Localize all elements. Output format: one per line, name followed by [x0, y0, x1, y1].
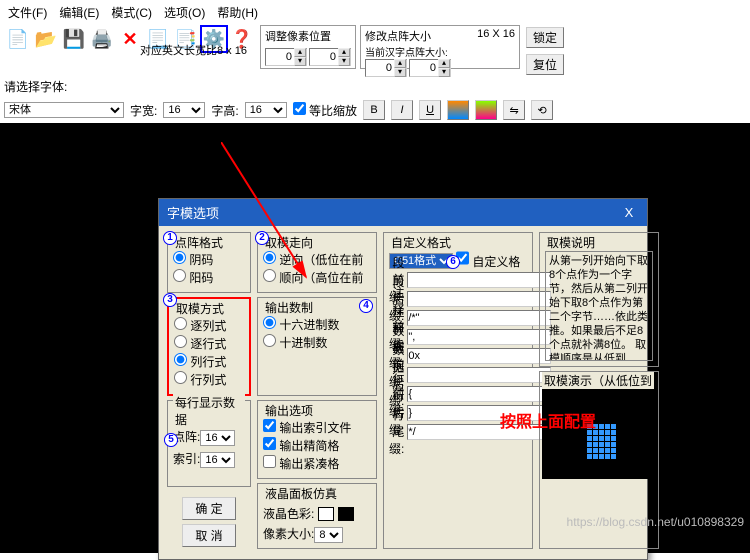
preview-canvas [542, 389, 656, 479]
underline-button[interactable]: U [419, 100, 441, 120]
custom-row-input-4[interactable] [407, 348, 551, 364]
matrix-format-opt1[interactable]: 阴码 [173, 251, 245, 269]
menu-file[interactable]: 文件(F) [8, 4, 47, 21]
matrix-title: 修改点阵大小 [365, 28, 431, 44]
tool-rotate-icon[interactable]: ⟲ [531, 100, 553, 120]
radix-opt1[interactable]: 十六进制数 [263, 316, 371, 334]
dialog-title-text: 字模选项 [167, 203, 219, 222]
output-group: 输出选项 输出索引文件 输出精简格 输出紧凑格 [257, 400, 377, 479]
badge-2: 2 [255, 231, 269, 245]
radix-group: 输出数制 十六进制数 十进制数 [257, 297, 377, 396]
matrix-size-group: 修改点阵大小 16 X 16 当前汉字点阵大小: ▴▾ ▴▾ [360, 25, 520, 69]
custom-row-input-5[interactable] [407, 367, 551, 383]
matrix-sub-label: 当前汉字点阵大小: [365, 44, 515, 59]
equal-scale-check[interactable]: 等比缩放 [293, 102, 357, 119]
custom-row-input-2[interactable] [407, 310, 551, 326]
badge-4: 4 [359, 299, 373, 313]
perline-index-select[interactable]: 16 [200, 452, 235, 468]
output-chk3[interactable]: 输出紧凑格 [263, 455, 371, 473]
desc-text: 从第一列开始向下取8个点作为一个字节，然后从第二列开始下取8个点作为第二个字节…… [545, 251, 653, 361]
font-options-dialog: 字模选项 X 1 点阵格式 阴码 阳码 3 取模方式 逐列式 逐行式 列行式 行… [158, 198, 648, 560]
direction-opt2[interactable]: 顺向（高位在前 [263, 269, 371, 287]
font-prompt: 请选择字体: [4, 78, 67, 95]
tool-color1-icon[interactable] [447, 100, 469, 120]
lcd-color-swatch2[interactable] [338, 507, 354, 521]
char-width-label: 字宽: [130, 102, 157, 119]
pixel-position-label: 调整像素位置 [265, 28, 351, 44]
mode-group: 取模方式 逐列式 逐行式 列行式 行列式 [167, 297, 251, 396]
matrix-size-value: 16 X 16 [477, 28, 515, 44]
menu-help[interactable]: 帮助(H) [217, 4, 258, 21]
pixel-x-stepper[interactable]: ▴▾ [265, 48, 307, 66]
toolbar-note: 对应英文长宽比8 x 16 [140, 42, 247, 58]
output-chk2[interactable]: 输出精简格 [263, 437, 371, 455]
custom-row-input-0[interactable] [407, 272, 551, 288]
tool-color2-icon[interactable] [475, 100, 497, 120]
dialog-titlebar[interactable]: 字模选项 X [159, 199, 647, 226]
cancel-button[interactable]: 取 消 [182, 524, 235, 547]
desc-group: 取模说明 从第一列开始向下取8个点作为一个字节，然后从第二列开始下取8个点作为第… [539, 232, 659, 367]
font-select[interactable]: 宋体 [4, 102, 124, 118]
radix-opt2[interactable]: 十进制数 [263, 334, 371, 352]
pixel-position-group: 调整像素位置 ▴▾ ▴▾ [260, 25, 356, 69]
custom-row-label: 行尾缀: [389, 406, 404, 457]
badge-5: 5 [164, 433, 178, 447]
main-toolbar: 📄 📂 💾 🖨️ ✕ 📃 📑 ⚙️ ❓ 调整像素位置 ▴▾ ▴▾ 修改点阵大小 … [0, 25, 750, 73]
dialog-actions: 确 定 取 消 [167, 491, 251, 549]
red-annotation-text: 按照上面配置 [500, 408, 596, 432]
perline-group: 每行显示数据 点阵:16 5 索引:16 [167, 400, 251, 487]
reset-button[interactable]: 复位 [526, 54, 564, 75]
editor-canvas: 字模选项 X 1 点阵格式 阴码 阳码 3 取模方式 逐列式 逐行式 列行式 行… [0, 123, 750, 553]
menu-bar: 文件(F) 编辑(E) 模式(C) 选项(O) 帮助(H) [0, 0, 750, 25]
save-icon[interactable]: 💾 [60, 25, 88, 53]
badge-3: 3 [163, 293, 177, 307]
char-width-select[interactable]: 16 [163, 102, 205, 118]
lock-button[interactable]: 锁定 [526, 27, 564, 48]
matrix-w-stepper[interactable]: ▴▾ [365, 59, 407, 77]
watermark-text: https://blog.csdn.net/u010898329 [567, 515, 744, 529]
tool-flip-icon[interactable]: ⇋ [503, 100, 525, 120]
output-chk1[interactable]: 输出索引文件 [263, 419, 371, 437]
custom-format-group: 自定义格式 6 C51格式 自定义格 段前缀:段后缀:注释前缀:注释后缀:数据前… [383, 232, 533, 549]
lcd-group: 液晶面板仿真 液晶色彩: 像素大小:8 [257, 483, 377, 549]
menu-mode[interactable]: 模式(C) [111, 4, 152, 21]
lcd-pixel-select[interactable]: 8 [314, 527, 343, 543]
custom-format-check[interactable]: 自定义格 [456, 250, 520, 271]
mode-opt3[interactable]: 列行式 [174, 353, 244, 371]
new-icon[interactable]: 📄 [4, 25, 32, 53]
lcd-color-swatch1[interactable] [318, 507, 334, 521]
print-icon[interactable]: 🖨️ [88, 25, 116, 53]
custom-row-input-6[interactable] [407, 386, 551, 402]
ok-button[interactable]: 确 定 [182, 497, 235, 520]
open-icon[interactable]: 📂 [32, 25, 60, 53]
bold-button[interactable]: B [363, 100, 385, 120]
matrix-h-stepper[interactable]: ▴▾ [409, 59, 451, 77]
italic-button[interactable]: I [391, 100, 413, 120]
menu-options[interactable]: 选项(O) [164, 4, 205, 21]
perline-matrix-select[interactable]: 16 [200, 430, 235, 446]
mode-opt1[interactable]: 逐列式 [174, 317, 244, 335]
mode-opt2[interactable]: 逐行式 [174, 335, 244, 353]
dialog-close-icon[interactable]: X [619, 205, 639, 220]
direction-opt1[interactable]: 逆向（低位在前 [263, 251, 371, 269]
char-height-select[interactable]: 16 [245, 102, 287, 118]
custom-row-input-3[interactable] [407, 329, 551, 345]
pixel-y-stepper[interactable]: ▴▾ [309, 48, 351, 66]
custom-row-input-1[interactable] [407, 291, 551, 307]
badge-1: 1 [163, 231, 177, 245]
direction-group: 取模走向 逆向（低位在前 顺向（高位在前 [257, 232, 377, 293]
badge-6: 6 [446, 255, 460, 269]
char-height-label: 字高: [211, 102, 238, 119]
matrix-format-opt2[interactable]: 阳码 [173, 269, 245, 287]
mode-opt4[interactable]: 行列式 [174, 371, 244, 389]
matrix-format-group: 点阵格式 阴码 阳码 [167, 232, 251, 293]
menu-edit[interactable]: 编辑(E) [59, 4, 99, 21]
